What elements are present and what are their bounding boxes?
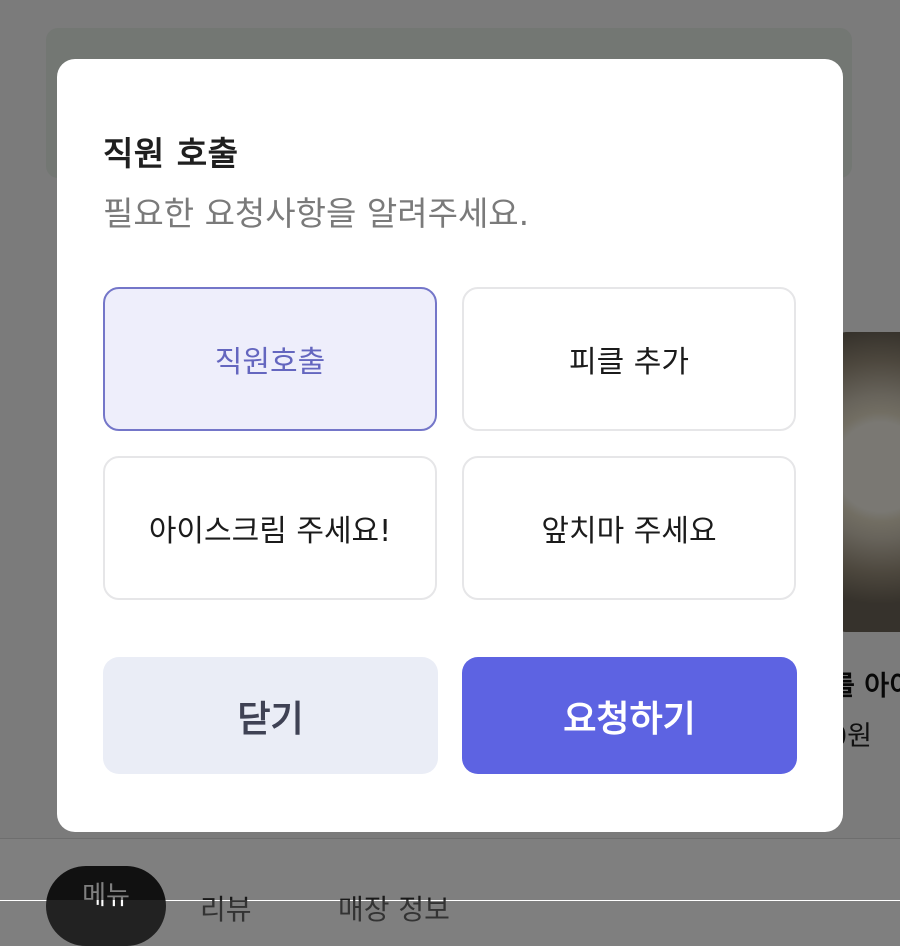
option-ice-cream[interactable]: 아이스크림 주세요! (103, 456, 437, 600)
option-staff-call[interactable]: 직원호출 (103, 287, 437, 431)
modal-subtitle: 필요한 요청사항을 알려주세요. (103, 194, 530, 233)
option-apron[interactable]: 앞치마 주세요 (462, 456, 796, 600)
staff-call-modal: 직원 호출 필요한 요청사항을 알려주세요. 직원호출 피클 추가 아이스크림 … (57, 59, 843, 832)
option-label: 아이스크림 주세요! (148, 514, 392, 549)
modal-title: 직원 호출 (103, 134, 239, 173)
option-label: 직원호출 (214, 345, 326, 380)
option-label: 피클 추가 (569, 345, 689, 380)
request-button[interactable]: 요청하기 (462, 657, 797, 774)
option-add-pickle[interactable]: 피클 추가 (462, 287, 796, 431)
option-label: 앞치마 주세요 (541, 514, 717, 549)
close-button[interactable]: 닫기 (103, 657, 438, 774)
